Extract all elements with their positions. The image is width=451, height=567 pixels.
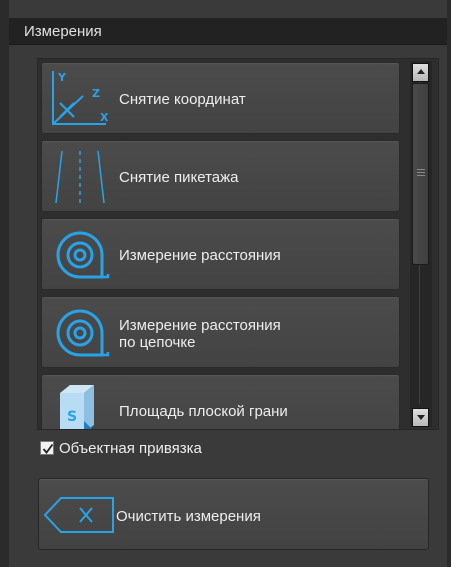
svg-text:Z: Z: [92, 87, 100, 100]
tool-label-line2: по цепочке: [119, 334, 196, 351]
chainage-road-icon: [55, 150, 105, 204]
tool-list-scrollbar[interactable]: [410, 61, 432, 427]
svg-text:X: X: [100, 111, 109, 124]
scroll-up-button[interactable]: [412, 63, 429, 82]
tool-label: Снятие координат: [119, 91, 246, 108]
arrow-up-icon: [417, 69, 425, 74]
window-border-right: [447, 0, 451, 567]
panel-title: Измерения: [24, 23, 102, 40]
tool-button-face-area[interactable]: S Площадь плоской грани: [41, 374, 400, 429]
tool-label: Измерение расстояния: [119, 247, 281, 264]
scroll-down-button[interactable]: [412, 408, 429, 427]
tool-button-coordinates[interactable]: Y Z X Снятие координат: [41, 62, 400, 134]
window-border-left: [0, 0, 9, 567]
svg-text:Y: Y: [57, 71, 67, 84]
svg-text:S: S: [67, 409, 77, 425]
object-snap-label: Объектная привязка: [59, 440, 202, 457]
grip-line: [417, 169, 425, 170]
tool-button-distance[interactable]: Измерение расстояния: [41, 218, 400, 290]
tape-measure-icon: [56, 231, 110, 279]
checkmark-icon: [42, 443, 54, 454]
scroll-thumb[interactable]: [412, 83, 429, 265]
object-snap-checkbox[interactable]: [40, 441, 54, 455]
grip-line: [417, 172, 425, 173]
arrow-down-icon: [417, 415, 425, 420]
clear-backspace-icon: [43, 497, 114, 533]
tool-button-chain-distance[interactable]: Измерение расстояния по цепочке: [41, 296, 400, 368]
clear-measurements-button[interactable]: Очистить измерения: [38, 478, 429, 550]
clear-measurements-label: Очистить измерения: [116, 508, 261, 525]
flat-face-area-icon: S: [60, 385, 94, 429]
tool-label: Снятие пикетажа: [119, 169, 239, 186]
tool-label: Площадь плоской грани: [119, 403, 288, 420]
tool-button-chainage[interactable]: Снятие пикетажа: [41, 140, 400, 212]
grip-line: [417, 175, 425, 176]
tape-measure-chain-icon: [56, 309, 110, 357]
tool-list: Y Z X Снятие координат Снятие пикетажа И…: [37, 58, 439, 430]
tool-label: Измерение расстояния: [119, 317, 281, 334]
coordinates-axes-icon: Y Z X: [52, 71, 109, 125]
